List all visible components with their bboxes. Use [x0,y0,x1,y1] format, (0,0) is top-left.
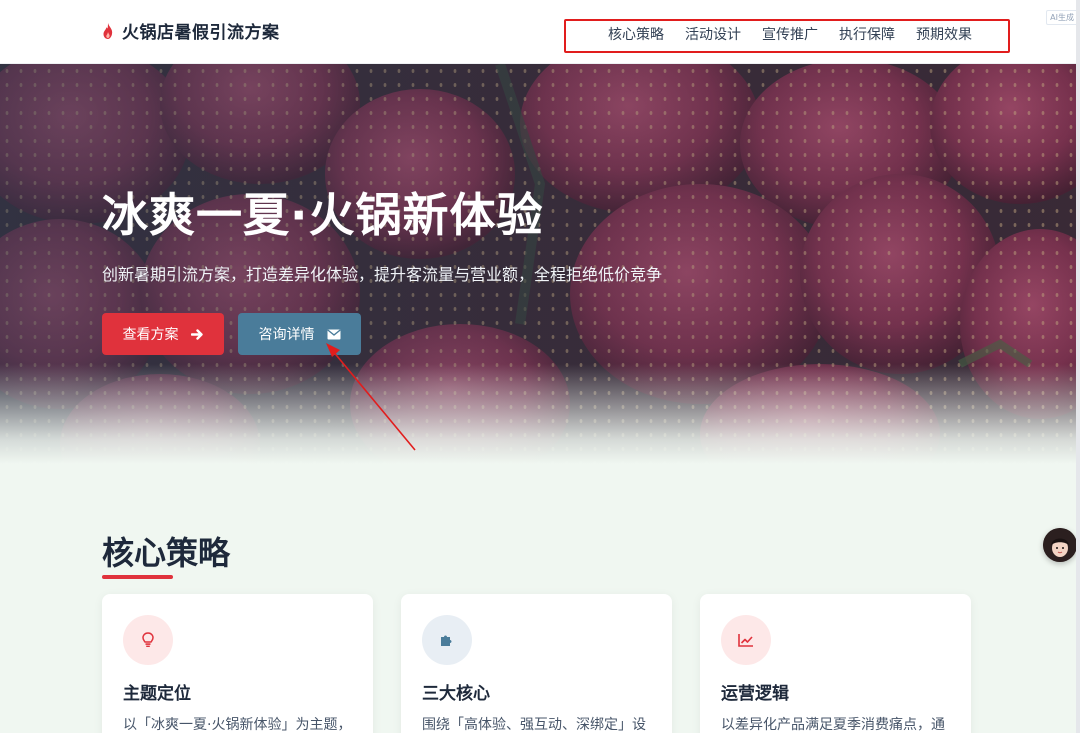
strategy-card-operation-logic[interactable]: 运营逻辑 以差异化产品满足夏季消费痛点，通 [700,594,971,733]
card-title: 三大核心 [422,684,490,704]
card-description: 围绕「高体验、强互动、深绑定」设 [422,717,646,733]
nav-item-expected-results[interactable]: 预期效果 [916,24,972,44]
consult-details-label: 咨询详情 [258,326,315,342]
brand-title: 火锅店暑假引流方案 [122,23,280,43]
card-icon-wrap [721,615,771,665]
nav-item-execution[interactable]: 执行保障 [839,24,895,44]
hero-title: 冰爽一夏·火锅新体验 [102,188,544,242]
ai-generated-badge: AI生成 [1046,10,1078,25]
card-title: 主题定位 [123,684,191,704]
assistant-avatar[interactable] [1043,528,1077,562]
nav-item-promotion[interactable]: 宣传推广 [762,24,818,44]
card-title: 运营逻辑 [721,684,789,704]
hero-banner: 冰爽一夏·火锅新体验 创新暑期引流方案，打造差异化体验，提升客流量与营业额，全程… [0,64,1080,464]
lightbulb-icon [142,632,154,647]
nav-item-core-strategy[interactable]: 核心策略 [608,24,664,44]
brand[interactable]: 火锅店暑假引流方案 [102,18,280,43]
annotation-arrow [326,343,416,451]
main-nav: 核心策略 活动设计 宣传推广 执行保障 预期效果 [564,19,1010,53]
nav-item-activity-design[interactable]: 活动设计 [685,24,741,44]
flame-icon [103,22,113,39]
top-header: 火锅店暑假引流方案 核心策略 活动设计 宣传推广 执行保障 预期效果 AI生成 [0,0,1080,64]
avatar-face-icon [1043,528,1077,562]
card-icon-wrap [422,615,472,665]
strategy-card-three-cores[interactable]: 三大核心 围绕「高体验、强互动、深绑定」设 [401,594,672,733]
envelope-icon [326,328,341,339]
puzzle-icon [441,635,452,646]
section-underline [102,575,173,579]
view-plan-label: 查看方案 [122,326,179,342]
section-title-core-strategy: 核心策略 [102,534,231,572]
page-scrollbar[interactable] [1076,0,1080,733]
hero-subtitle: 创新暑期引流方案，打造差异化体验，提升客流量与营业额，全程拒绝低价竞争 [102,265,663,284]
card-icon-wrap [123,615,173,665]
card-description: 以差异化产品满足夏季消费痛点，通 [721,717,945,733]
strategy-card-theme[interactable]: 主题定位 以「冰爽一夏·火锅新体验」为主题， [102,594,373,733]
view-plan-button[interactable]: 查看方案 [102,313,224,355]
card-description: 以「冰爽一夏·火锅新体验」为主题， [123,717,352,733]
chart-line-icon [738,634,753,647]
arrow-right-icon [190,328,203,340]
